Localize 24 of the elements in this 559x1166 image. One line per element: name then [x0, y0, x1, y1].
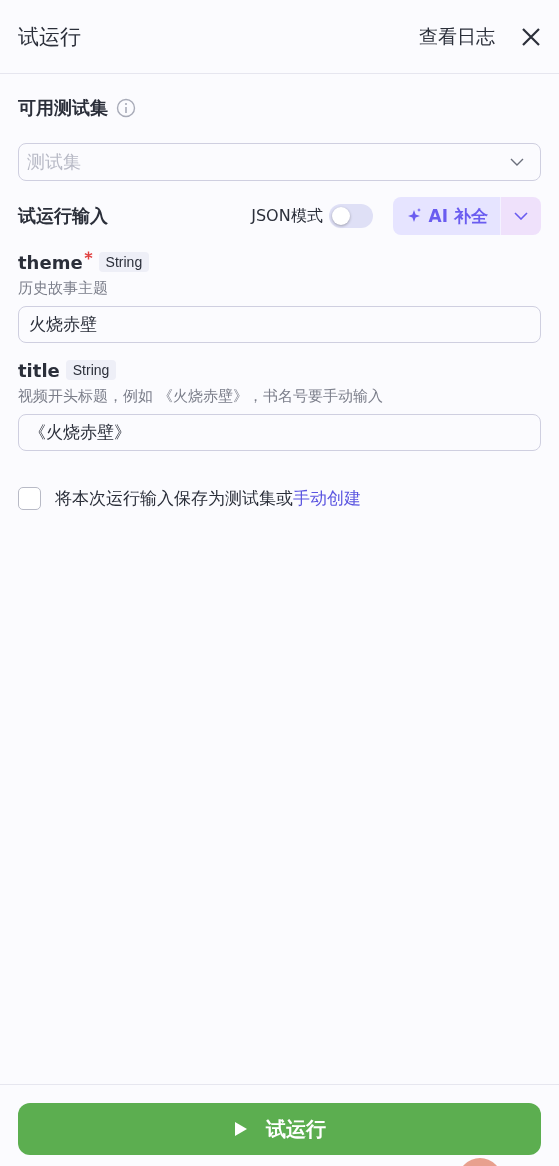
input-field[interactable]: 火烧赤壁: [18, 306, 541, 343]
ai-complete-button[interactable]: AI 补全: [392, 197, 501, 235]
manual-create-link[interactable]: 手动创建: [293, 488, 361, 508]
play-icon: [233, 1121, 248, 1137]
param-name: title: [18, 359, 60, 381]
json-mode-toggle[interactable]: [328, 204, 373, 228]
json-mode-label: JSON模式: [251, 205, 323, 227]
chevron-down-icon: [514, 212, 528, 220]
panel-title: 试运行: [18, 23, 81, 51]
section-label: 可用测试集: [18, 96, 108, 120]
param-description: 历史故事主题: [18, 279, 109, 298]
chevron-down-icon: [510, 158, 524, 166]
type-tag: String: [65, 360, 117, 380]
param-description: 视频开头标题，例如 《火烧赤壁》，书名号要手动输入: [18, 387, 384, 406]
view-log-link[interactable]: 查看日志: [419, 23, 495, 50]
save-checkbox[interactable]: [18, 487, 41, 510]
input-field[interactable]: 《火烧赤壁》: [18, 414, 541, 451]
type-tag: String: [98, 252, 150, 272]
ai-options-dropdown[interactable]: [501, 197, 541, 235]
save-label: 将本次运行输入保存为测试集或手动创建: [55, 487, 361, 510]
param-name: theme: [18, 251, 83, 273]
close-icon[interactable]: [521, 26, 541, 47]
section-label: 试运行输入: [18, 204, 108, 228]
info-icon[interactable]: [116, 98, 136, 118]
